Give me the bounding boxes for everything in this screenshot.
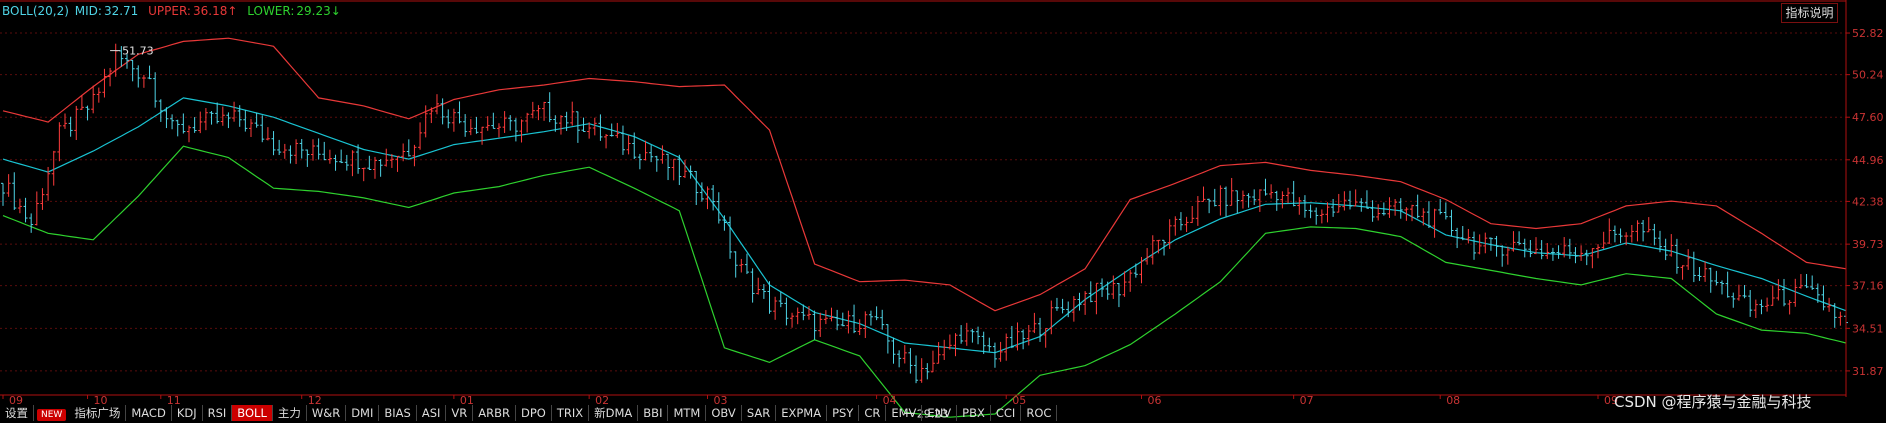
boll-bands <box>2 37 1847 418</box>
tab-cr[interactable]: CR <box>859 405 887 421</box>
tab-item-2[interactable]: 指标广场 <box>69 405 127 421</box>
upper-band-line <box>2 37 1847 312</box>
indicator-name: BOLL(20,2) <box>2 4 69 18</box>
chart-grid <box>0 32 1846 372</box>
mid-value: 32.71 <box>103 4 139 18</box>
indicator-header: BOLL(20,2) MID: 32.71 UPPER: 36.18↑ LOWER:… <box>2 4 347 18</box>
tab-bbi[interactable]: BBI <box>638 405 669 421</box>
upper-arrow-icon: ↑ <box>227 4 238 18</box>
y-tick-label: 47.60 <box>1852 111 1884 124</box>
indicator-tab-bar: 设置 NEW 指标广场 MACD KDJ RSI BOLL 主力 W&R DMI BIAS ASI VR… <box>0 405 1886 423</box>
annotation-label: 51.73 <box>122 45 154 58</box>
tab-dmi[interactable]: DMI <box>346 405 380 421</box>
tab-new: NEW <box>37 409 67 421</box>
tab-psy[interactable]: PSY <box>827 405 860 421</box>
y-tick-label: 37.16 <box>1852 280 1884 293</box>
tab-env[interactable]: ENV <box>922 405 958 421</box>
tab-cci[interactable]: CCI <box>991 405 1022 421</box>
tab-bias[interactable]: BIAS <box>379 405 417 421</box>
y-tick-label: 34.51 <box>1852 322 1884 335</box>
boll-chart[interactable]: 52.82 50.24 47.60 44.96 42.38 39.73 37.16 34.51… <box>0 0 1886 423</box>
lower-arrow-icon: ↓ <box>330 4 341 18</box>
tab-kdj[interactable]: KDJ <box>172 405 203 421</box>
y-tick-label: 39.73 <box>1852 238 1884 251</box>
tab-asi[interactable]: ASI <box>417 405 447 421</box>
tab-mtm[interactable]: MTM <box>668 405 707 421</box>
mid-label: MID: <box>74 4 102 18</box>
tab-dma[interactable]: 新DMA <box>589 405 639 421</box>
tab-w-r[interactable]: W&R <box>307 405 347 421</box>
tab-arbr[interactable]: ARBR <box>473 405 516 421</box>
price-bars <box>1 43 1848 384</box>
y-tick-label: 31.87 <box>1852 365 1884 378</box>
tab-macd[interactable]: MACD <box>126 405 172 421</box>
lower-label: LOWER: <box>247 4 295 18</box>
tab-item-7[interactable]: 主力 <box>273 405 307 421</box>
indicator-help-button[interactable]: 指标说明 <box>1781 3 1838 23</box>
tab-expma[interactable]: EXPMA <box>776 405 828 421</box>
tab-emv[interactable]: EMV <box>886 405 923 421</box>
upper-value: 36.18 <box>192 4 228 18</box>
y-axis: 52.82 50.24 47.60 44.96 42.38 39.73 37.16 34.51… <box>0 0 1884 397</box>
tab-item-0[interactable]: 设置 <box>0 405 34 421</box>
tab-rsi[interactable]: RSI <box>203 405 233 421</box>
tab-vr[interactable]: VR <box>446 405 474 421</box>
tab-roc[interactable]: ROC <box>1021 405 1058 421</box>
y-tick-label: 42.38 <box>1852 195 1884 208</box>
y-tick-label: 50.24 <box>1852 69 1884 82</box>
watermark: CSDN @程序猿与金融与科技 <box>1614 393 1812 411</box>
tab-dpo[interactable]: DPO <box>516 405 552 421</box>
tab-sar[interactable]: SAR <box>742 405 777 421</box>
tab-boll[interactable]: BOLL <box>232 405 273 421</box>
y-tick-label: 44.96 <box>1852 154 1884 167</box>
tab-trix[interactable]: TRIX <box>552 405 590 421</box>
tab-obv[interactable]: OBV <box>706 405 742 421</box>
lower-value: 29.23 <box>296 4 331 18</box>
upper-label: UPPER: <box>148 4 191 18</box>
y-tick-label: 52.82 <box>1852 27 1884 40</box>
extreme-annotations: 51.7329.23 <box>110 45 948 420</box>
tab-pbx[interactable]: PBX <box>957 405 991 421</box>
